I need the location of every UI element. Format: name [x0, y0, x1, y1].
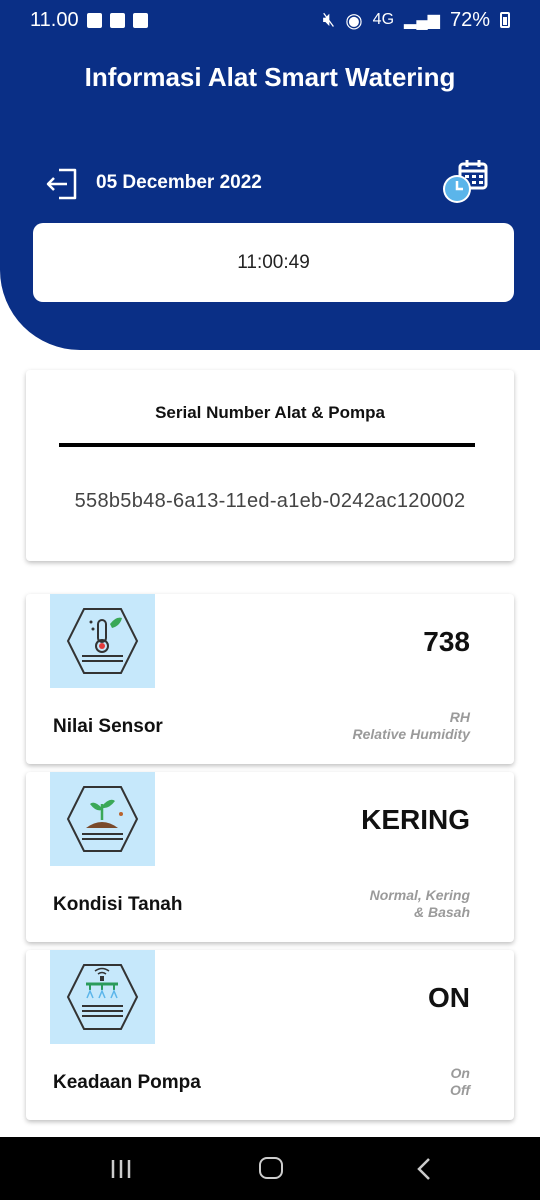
- recent-apps-icon[interactable]: [110, 1159, 132, 1179]
- sprinkler-icon: [66, 964, 139, 1030]
- sensor-unit-line1: RH: [449, 709, 470, 725]
- logout-icon[interactable]: [45, 166, 81, 202]
- status-time: 11.00: [30, 8, 79, 31]
- serial-card: Serial Number Alat & Pompa 558b5b48-6a13…: [26, 370, 514, 561]
- serial-title: Serial Number Alat & Pompa: [155, 403, 385, 422]
- pump-unit-line2: Off: [450, 1082, 470, 1098]
- pump-unit-line1: On: [450, 1065, 470, 1081]
- soil-image: [50, 772, 155, 866]
- checkbox-icon: [132, 12, 148, 28]
- soil-label: Kondisi Tanah: [53, 894, 183, 915]
- serial-number: 558b5b48-6a13-11ed-a1eb-0242ac120002: [74, 490, 466, 512]
- hotspot-icon: ◉: [345, 9, 363, 32]
- header: Informasi Alat Smart Watering 05 Decembe…: [0, 40, 540, 350]
- date-text: 05 December 2022: [96, 172, 262, 193]
- soil-unit: Normal, Kering & Basah: [370, 887, 470, 921]
- soil-unit-line1: Normal, Kering: [369, 887, 470, 903]
- page-title: Informasi Alat Smart Watering: [84, 62, 456, 92]
- mute-icon: 🔇︎: [322, 8, 336, 31]
- status-left: 11.00: [30, 9, 148, 32]
- pump-label: Keadaan Pompa: [53, 1072, 201, 1093]
- status-right: 🔇︎ ◉ 4G ▂▄▆ 72%: [323, 8, 510, 33]
- sensor-label: Nilai Sensor: [53, 716, 163, 737]
- sensor-image: [50, 594, 155, 688]
- time-display: 11:00:49: [33, 223, 514, 302]
- back-icon[interactable]: [416, 1157, 432, 1181]
- divider: [59, 443, 475, 447]
- time-text: 11:00:49: [237, 251, 310, 273]
- gallery-icon: [86, 12, 102, 28]
- soil-plant-icon: [66, 786, 139, 852]
- status-bar: 11.00 🔇︎ ◉ 4G ▂▄▆ 72%: [0, 0, 540, 40]
- thermometer-icon: [66, 608, 139, 674]
- sensor-unit: RH Relative Humidity: [353, 709, 470, 743]
- battery-icon: [500, 12, 510, 28]
- pump-card[interactable]: ON Keadaan Pompa On Off: [26, 950, 514, 1120]
- pump-unit: On Off: [450, 1065, 470, 1099]
- pump-image: [50, 950, 155, 1044]
- sensor-unit-line2: Relative Humidity: [352, 726, 470, 742]
- news-icon: [109, 12, 125, 28]
- battery-percent: 72%: [449, 8, 490, 31]
- soil-value: KERING: [361, 804, 470, 835]
- signal-icon: ▂▄▆: [404, 12, 440, 29]
- sensor-card[interactable]: 738 Nilai Sensor RH Relative Humidity: [26, 594, 514, 764]
- soil-unit-line2: & Basah: [413, 904, 470, 920]
- calendar-clock-icon[interactable]: [440, 158, 492, 208]
- home-icon[interactable]: [259, 1157, 283, 1179]
- navigation-bar: [0, 1137, 540, 1200]
- network-label: 4G: [372, 11, 395, 28]
- soil-card[interactable]: KERING Kondisi Tanah Normal, Kering & Ba…: [26, 772, 514, 942]
- pump-value: ON: [428, 982, 470, 1013]
- sensor-value: 738: [423, 626, 470, 657]
